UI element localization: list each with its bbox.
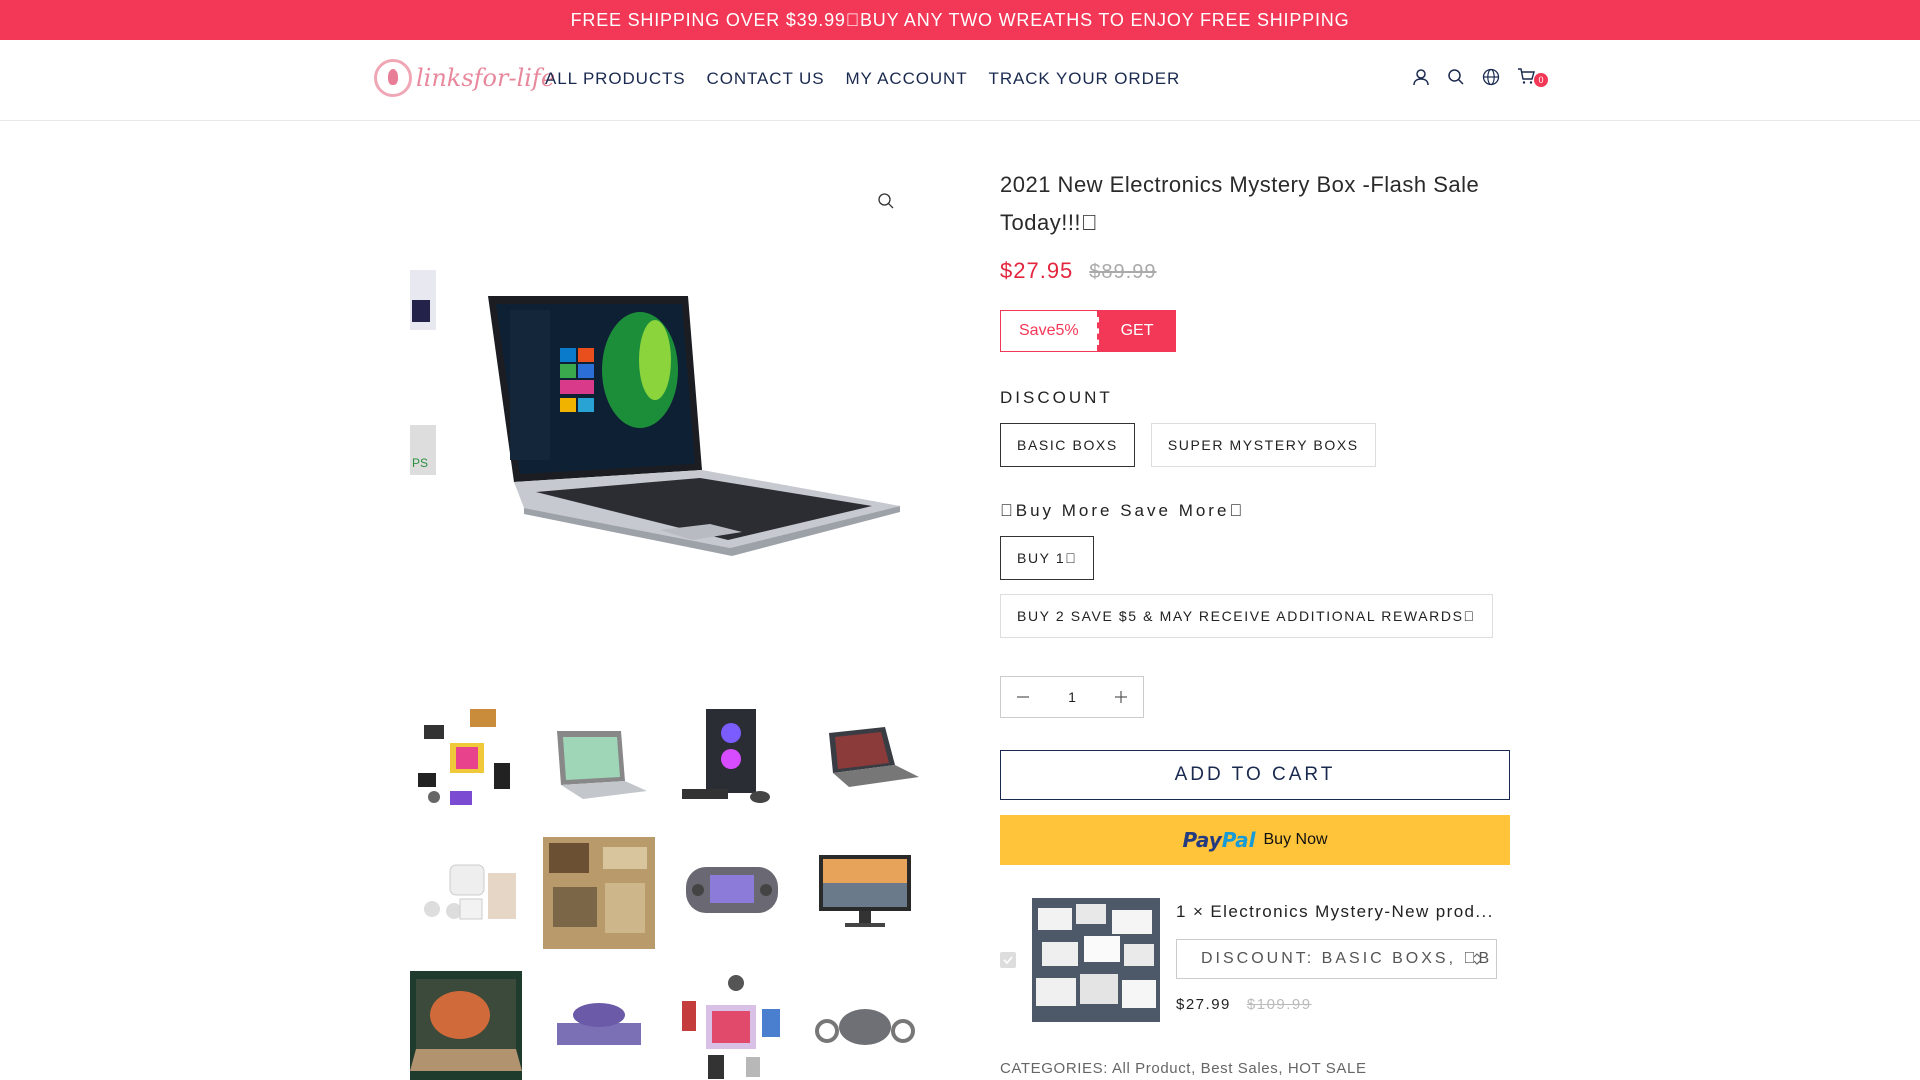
thumbnail-5[interactable] xyxy=(410,837,522,949)
thumbnail-11[interactable] xyxy=(676,971,788,1080)
option-buy-1[interactable]: BUY 1  xyxy=(1000,536,1095,580)
option-label-buy-more:  Buy More Save More  xyxy=(1000,501,1246,520)
nav-all-products[interactable]: ALL PRODUCTS xyxy=(545,69,686,89)
laptop-image: PS xyxy=(410,270,900,556)
globe-icon[interactable] xyxy=(1482,68,1500,86)
thumbnail-7[interactable] xyxy=(676,837,788,949)
thumbnail-12[interactable] xyxy=(809,971,921,1080)
product-title: 2021 New Electronics Mystery Box -Flash … xyxy=(1000,172,1480,235)
product-info: 2021 New Electronics Mystery Box -Flash … xyxy=(1000,166,1510,638)
logo-text: linksfor-life xyxy=(416,64,556,92)
buy-more-options: BUY 1  BUY 2 SAVE $5 & MAY RECEIVE ADDIT… xyxy=(1000,536,1510,638)
check-icon xyxy=(1003,956,1013,965)
paypal-logo: PayPal xyxy=(1182,828,1256,852)
quantity-stepper: 1 xyxy=(1000,676,1144,718)
bundle-image xyxy=(1032,898,1160,1022)
quantity-value[interactable]: 1 xyxy=(1068,689,1076,705)
main-product-image[interactable]: PS xyxy=(410,170,920,670)
coupon-label: Save5% xyxy=(1001,311,1099,351)
compare-price: $89.99 xyxy=(1089,261,1157,283)
bundle-product-title[interactable]: 1 × Electronics Mystery-New prod... xyxy=(1176,902,1496,922)
thumbnail-4[interactable] xyxy=(809,703,921,815)
cart-button[interactable]: 0 xyxy=(1517,67,1549,87)
option-super-mystery-boxs[interactable]: SUPER MYSTERY BOXS xyxy=(1150,423,1376,467)
bundle-variant-value: DISCOUNT: BASIC BOXS,  B xyxy=(1201,950,1493,967)
header-icons: 0 xyxy=(1412,67,1549,87)
paypal-buy-now-button[interactable]: PayPal Buy Now xyxy=(1000,815,1510,865)
main-nav: ALL PRODUCTS CONTACT US MY ACCOUNT TRACK… xyxy=(545,69,1180,89)
thumbnail-gallery xyxy=(410,703,921,1080)
plus-icon[interactable] xyxy=(1113,689,1129,705)
thumbnail-10[interactable] xyxy=(543,971,655,1080)
thumbnail-2[interactable] xyxy=(543,703,655,815)
cart-count-badge: 0 xyxy=(1534,73,1548,87)
bundle-variant-select[interactable]: DISCOUNT: BASIC BOXS,  B xyxy=(1176,939,1497,979)
search-icon[interactable] xyxy=(1447,68,1465,86)
thumbnail-6[interactable] xyxy=(543,837,655,949)
option-buy-2[interactable]: BUY 2 SAVE $5 & MAY RECEIVE ADDITIONAL R… xyxy=(1000,594,1493,638)
nav-contact-us[interactable]: CONTACT US xyxy=(707,69,825,89)
thumbnail-8[interactable] xyxy=(809,837,921,949)
bundle-checkbox[interactable] xyxy=(1000,952,1016,968)
chevron-updown-icon xyxy=(1473,953,1481,965)
nav-my-account[interactable]: MY ACCOUNT xyxy=(845,69,967,89)
paypal-buy-now-label: Buy Now xyxy=(1263,831,1328,848)
bundle-price-row: $27.99 $109.99 xyxy=(1176,996,1312,1013)
logo-mark-icon xyxy=(374,59,412,97)
announcement-text: FREE SHIPPING OVER $39.99 BUY ANY TWO WR… xyxy=(570,9,1350,30)
nav-track-your-order[interactable]: TRACK YOUR ORDER xyxy=(989,69,1181,89)
zoom-icon[interactable] xyxy=(877,192,895,210)
user-icon[interactable] xyxy=(1412,68,1430,86)
add-to-cart-button[interactable]: ADD TO CART xyxy=(1000,750,1510,800)
price-row: $27.95 $89.99 xyxy=(1000,258,1510,284)
option-basic-boxs[interactable]: BASIC BOXS xyxy=(1000,423,1135,467)
coupon[interactable]: Save5% GET xyxy=(1000,310,1177,352)
coupon-get-button[interactable]: GET xyxy=(1098,311,1176,351)
thumbnail-1[interactable] xyxy=(410,703,522,815)
svg-text:PS: PS xyxy=(412,456,428,470)
bundle-price: $27.99 xyxy=(1176,996,1231,1013)
site-header: linksfor-life ALL PRODUCTS CONTACT US MY… xyxy=(0,40,1920,121)
announcement-bar: FREE SHIPPING OVER $39.99 BUY ANY TWO WR… xyxy=(0,0,1920,40)
product-categories: CATEGORIES: All Product, Best Sales, HOT… xyxy=(1000,1060,1367,1077)
cart-icon xyxy=(1518,68,1535,84)
logo[interactable]: linksfor-life xyxy=(374,59,555,97)
product-price: $27.95 xyxy=(1000,258,1074,283)
option-label-discount: DISCOUNT xyxy=(1000,388,1113,407)
thumbnail-9[interactable] xyxy=(410,971,522,1080)
discount-options: BASIC BOXS SUPER MYSTERY BOXS xyxy=(1000,423,1510,467)
thumbnail-3[interactable] xyxy=(676,703,788,815)
minus-icon[interactable] xyxy=(1015,689,1031,705)
bundle-compare-price: $109.99 xyxy=(1246,996,1312,1013)
